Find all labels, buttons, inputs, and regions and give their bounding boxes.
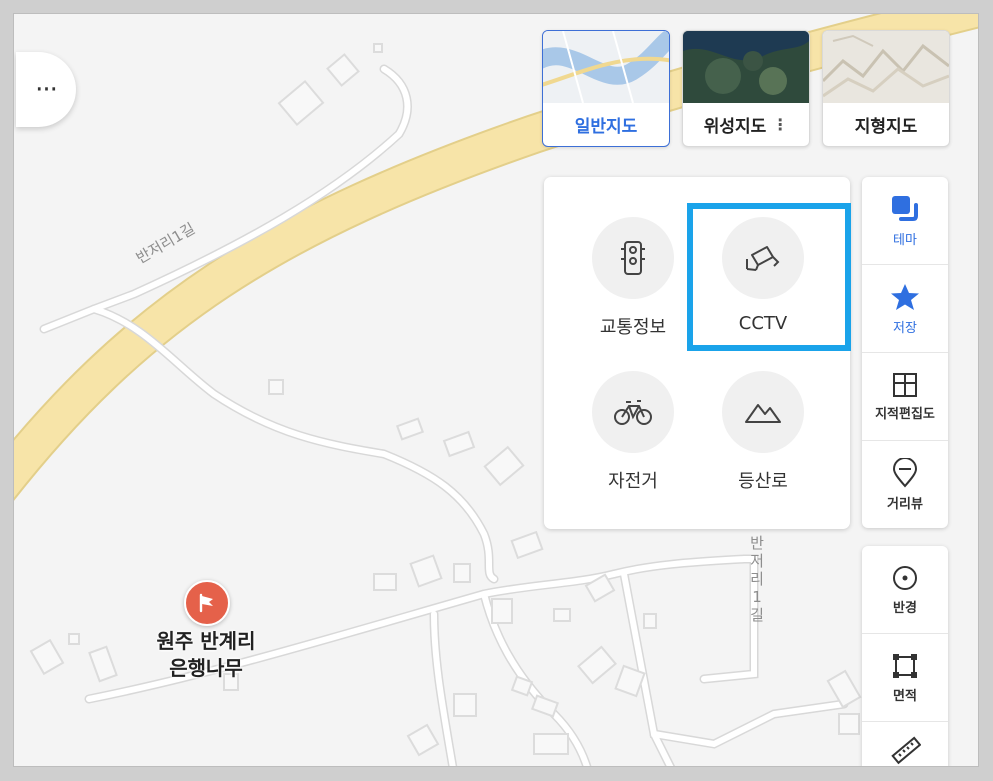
cctv-icon xyxy=(722,217,804,299)
ruler-icon xyxy=(891,736,921,765)
map-type-terrain[interactable]: 지형지도 xyxy=(822,30,950,147)
radius-icon xyxy=(893,565,917,590)
layer-traffic[interactable]: 교통정보 xyxy=(568,217,698,347)
road-label-lower: 반저리1길 xyxy=(750,534,764,624)
normal-map-thumbnail xyxy=(543,31,669,103)
star-icon xyxy=(891,283,919,310)
map-viewport[interactable]: 반저리1길 반저리1길 ··· 원주 반계리 은행나무 일반지도 위성지도 ⋮ … xyxy=(14,14,978,766)
poi-label[interactable]: 원주 반계리 은행나무 xyxy=(136,628,276,682)
kebab-menu-icon[interactable]: ⋮ xyxy=(772,115,788,134)
side-toolbar: 테마 저장 지적편집도 거리뷰 xyxy=(862,177,948,528)
layers-icon xyxy=(892,195,918,221)
map-type-normal[interactable]: 일반지도 xyxy=(542,30,670,147)
mountain-icon xyxy=(722,371,804,453)
satellite-map-thumbnail xyxy=(683,31,809,103)
poi-flag-marker[interactable] xyxy=(184,580,230,626)
theme-label: 테마 xyxy=(893,232,917,248)
theme-button[interactable]: 테마 xyxy=(862,177,948,265)
bicycle-icon xyxy=(592,371,674,453)
cadastral-label: 지적편집도 xyxy=(875,406,935,422)
area-label: 면적 xyxy=(893,688,917,704)
layer-panel: 교통정보 CCTV 자전거 등산로 xyxy=(544,177,850,529)
radius-button[interactable]: 반경 xyxy=(862,546,948,634)
layer-bicycle-label: 자전거 xyxy=(608,471,658,492)
layer-traffic-label: 교통정보 xyxy=(599,317,667,338)
save-label: 저장 xyxy=(893,320,917,336)
streetview-icon xyxy=(892,457,918,488)
layer-cctv[interactable]: CCTV xyxy=(698,217,828,347)
grid-icon xyxy=(893,372,917,397)
map-type-satellite-label: 위성지도 ⋮ xyxy=(703,114,789,137)
terrain-map-thumbnail xyxy=(823,31,949,103)
poi-name-line2: 은행나무 xyxy=(169,656,243,680)
map-type-satellite[interactable]: 위성지도 ⋮ xyxy=(682,30,810,147)
cadastral-button[interactable]: 지적편집도 xyxy=(862,353,948,441)
area-button[interactable]: 면적 xyxy=(862,634,948,722)
streetview-label: 거리뷰 xyxy=(887,496,923,512)
save-button[interactable]: 저장 xyxy=(862,265,948,353)
poi-name-line1: 원주 반계리 xyxy=(156,629,256,653)
map-type-terrain-label: 지형지도 xyxy=(854,116,918,137)
layer-hiking-label: 등산로 xyxy=(738,471,788,492)
flag-icon xyxy=(199,593,213,613)
ruler-button[interactable] xyxy=(862,722,948,766)
streetview-button[interactable]: 거리뷰 xyxy=(862,441,948,528)
traffic-light-icon xyxy=(592,217,674,299)
layer-bicycle[interactable]: 자전거 xyxy=(568,371,698,501)
radius-label: 반경 xyxy=(893,600,917,616)
measure-toolbar: 반경 면적 xyxy=(862,546,948,766)
layer-hiking[interactable]: 등산로 xyxy=(698,371,828,501)
map-type-normal-label: 일반지도 xyxy=(574,116,638,137)
area-icon xyxy=(893,653,917,678)
layer-cctv-label: CCTV xyxy=(738,313,788,334)
